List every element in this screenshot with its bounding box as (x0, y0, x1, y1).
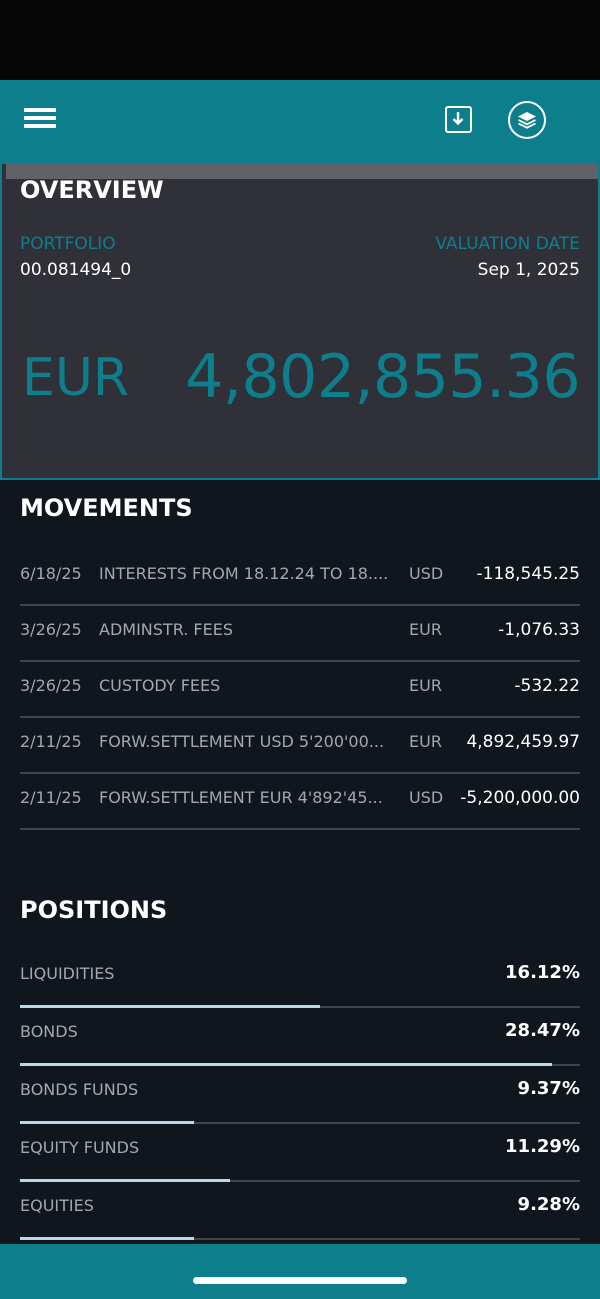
position-row-bonds[interactable]: BONDS 28.47% (20, 1008, 580, 1066)
valuation-date-value: Sep 1, 2025 (477, 260, 580, 280)
app-header (0, 80, 600, 164)
portfolio-label: PORTFOLIO (20, 234, 116, 254)
movement-date: 6/18/25 (20, 564, 82, 583)
position-row-bonds-funds[interactable]: BONDS FUNDS 9.37% (20, 1066, 580, 1124)
position-percentage: 9.37% (517, 1078, 580, 1099)
movement-amount: 4,892,459.97 (466, 732, 580, 752)
movement-date: 3/26/25 (20, 676, 82, 695)
position-label: EQUITY FUNDS (20, 1138, 140, 1157)
position-row-liquidities[interactable]: LIQUIDITIES 16.12% (20, 950, 580, 1008)
movement-currency: USD (409, 788, 444, 807)
total-amount: 4,802,855.36 (185, 342, 580, 412)
status-bar (0, 0, 600, 80)
position-label: EQUITIES (20, 1196, 94, 1215)
valuation-date-label: VALUATION DATE (435, 234, 580, 254)
movement-description: ADMINSTR. FEES (99, 620, 233, 639)
total-currency: EUR (22, 348, 130, 408)
hamburger-menu-icon[interactable] (24, 108, 56, 132)
movement-description: FORW.SETTLEMENT EUR 4'892'45... (99, 788, 383, 807)
home-indicator[interactable] (193, 1277, 407, 1284)
movement-row[interactable]: 2/11/25 FORW.SETTLEMENT USD 5'200'00... … (20, 718, 580, 774)
movement-row[interactable]: 2/11/25 FORW.SETTLEMENT EUR 4'892'45... … (20, 774, 580, 830)
movement-row[interactable]: 6/18/25 INTERESTS FROM 18.12.24 TO 18...… (20, 550, 580, 606)
position-allocation-bar (20, 1237, 194, 1240)
overview-title: OVERVIEW (20, 176, 164, 204)
movement-amount: -118,545.25 (476, 564, 580, 584)
position-row-equities[interactable]: EQUITIES 9.28% (20, 1182, 580, 1240)
movement-date: 2/11/25 (20, 732, 82, 751)
layers-icon[interactable] (508, 101, 546, 139)
movement-amount: -532.22 (514, 676, 580, 696)
position-label: BONDS (20, 1022, 78, 1041)
portfolio-value: 00.081494_0 (20, 260, 132, 280)
download-icon[interactable] (445, 106, 472, 133)
position-label: BONDS FUNDS (20, 1080, 139, 1099)
position-percentage: 28.47% (505, 1020, 580, 1041)
movement-date: 3/26/25 (20, 620, 82, 639)
movement-currency: EUR (409, 676, 442, 695)
movement-currency: EUR (409, 732, 442, 751)
position-percentage: 11.29% (505, 1136, 580, 1157)
movement-description: CUSTODY FEES (99, 676, 221, 695)
position-row-equity-funds[interactable]: EQUITY FUNDS 11.29% (20, 1124, 580, 1182)
position-percentage: 16.12% (505, 962, 580, 983)
movement-amount: -5,200,000.00 (460, 788, 580, 808)
movement-currency: EUR (409, 620, 442, 639)
positions-title: POSITIONS (20, 896, 168, 924)
position-label: LIQUIDITIES (20, 964, 115, 983)
position-percentage: 9.28% (517, 1194, 580, 1215)
movement-row[interactable]: 3/26/25 ADMINSTR. FEES EUR -1,076.33 (20, 606, 580, 662)
overview-card[interactable]: OVERVIEW PORTFOLIO 00.081494_0 VALUATION… (0, 164, 600, 480)
movement-description: INTERESTS FROM 18.12.24 TO 18.... (99, 564, 389, 583)
movement-row[interactable]: 3/26/25 CUSTODY FEES EUR -532.22 (20, 662, 580, 718)
movements-title: MOVEMENTS (20, 494, 193, 522)
movement-currency: USD (409, 564, 444, 583)
movement-amount: -1,076.33 (498, 620, 580, 640)
movement-description: FORW.SETTLEMENT USD 5'200'00... (99, 732, 385, 751)
bottom-bar (0, 1244, 600, 1299)
movement-date: 2/11/25 (20, 788, 82, 807)
